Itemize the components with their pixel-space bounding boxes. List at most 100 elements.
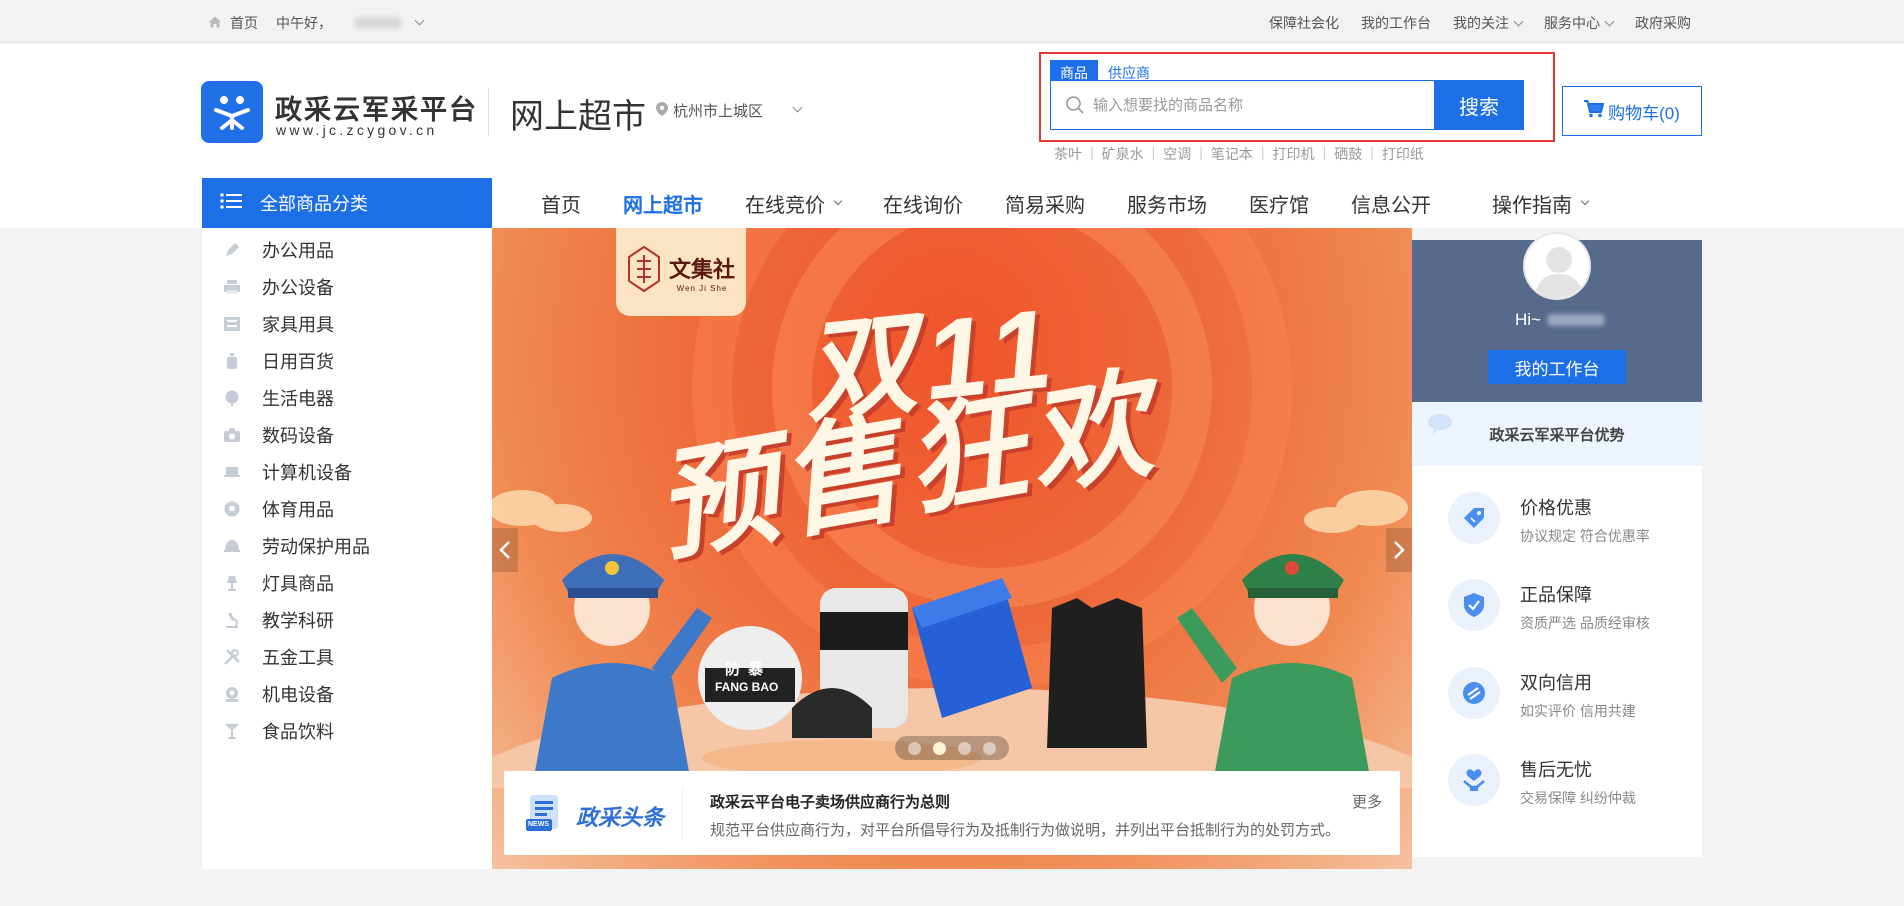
- carousel-indicators: [895, 736, 1009, 760]
- nav-online-inquiry[interactable]: 在线询价: [862, 186, 984, 220]
- carousel-dot[interactable]: [958, 741, 971, 755]
- feature-title: 售后无忧: [1520, 760, 1592, 780]
- user-greeting: Hi~: [1515, 310, 1605, 330]
- feature-title: 双向信用: [1520, 673, 1592, 693]
- city-selector[interactable]: 杭州市上城区: [656, 100, 803, 121]
- cocktail-icon: [222, 721, 242, 741]
- cart-icon: [1584, 99, 1605, 123]
- hotword-link[interactable]: 茶叶: [1054, 144, 1082, 164]
- banner-next-button[interactable]: [1386, 528, 1412, 572]
- search-icon: [1065, 95, 1085, 120]
- helmet-icon: [222, 536, 242, 556]
- chat-bubble-icon: [1426, 412, 1456, 438]
- category-item[interactable]: 灯具商品: [222, 565, 334, 601]
- hotword-link[interactable]: 打印纸: [1382, 144, 1424, 164]
- product-label: 防 暴: [725, 661, 766, 678]
- username-blurred: [1546, 314, 1605, 326]
- motor-icon: [222, 684, 242, 704]
- bottle-icon: [222, 351, 242, 371]
- logo-url: www.jc.zcygov.cn: [276, 122, 438, 138]
- home-icon[interactable]: [208, 15, 222, 32]
- brand-subname: Wen Ji She: [676, 283, 728, 293]
- category-item[interactable]: 办公用品: [222, 232, 334, 268]
- category-item[interactable]: 日用百货: [222, 343, 334, 379]
- nav-service-market[interactable]: 服务市场: [1106, 186, 1228, 220]
- user-panel: Hi~ 我的工作台 政采云军采平台优势 价格优惠 协议规定 符合优惠率 正品保障资…: [1412, 232, 1702, 857]
- shield-check-icon: [1448, 579, 1500, 631]
- banner-prev-button[interactable]: [492, 528, 518, 572]
- topbar-link-gov-purchase[interactable]: 政府采购: [1635, 13, 1691, 33]
- feature-item: 售后无忧交易保障 纠纷仲裁: [1448, 754, 1636, 808]
- category-item[interactable]: 食品饮料: [222, 713, 334, 749]
- category-item[interactable]: 体育用品: [222, 491, 334, 527]
- carousel-dot-active[interactable]: [933, 741, 946, 755]
- list-icon: [220, 192, 242, 214]
- all-categories-button[interactable]: 全部商品分类: [202, 178, 492, 228]
- microscope-icon: [222, 610, 242, 630]
- lamp-icon: [222, 573, 242, 593]
- chevron-down-icon: [792, 102, 803, 113]
- city-label: 杭州市上城区: [673, 103, 764, 120]
- topbar-link-workbench[interactable]: 我的工作台: [1361, 13, 1431, 33]
- feature-title: 正品保障: [1520, 585, 1592, 605]
- chevron-down-icon: [1513, 16, 1524, 27]
- nav-info-public[interactable]: 信息公开: [1330, 186, 1452, 220]
- carousel-dot[interactable]: [908, 741, 921, 755]
- category-item[interactable]: 办公设备: [222, 269, 334, 305]
- topbar-link-service[interactable]: 服务中心: [1544, 13, 1615, 33]
- camera-icon: [222, 425, 242, 445]
- credit-icon: [1448, 667, 1500, 719]
- category-item[interactable]: 数码设备: [222, 417, 334, 453]
- nav-medical[interactable]: 医疗馆: [1228, 186, 1330, 220]
- category-item[interactable]: 劳动保护用品: [222, 528, 370, 564]
- feature-desc: 交易保障 纠纷仲裁: [1520, 790, 1636, 806]
- nav-home[interactable]: 首页: [520, 186, 602, 220]
- feature-desc: 如实评价 信用共建: [1520, 703, 1636, 719]
- nav-guide[interactable]: 操作指南: [1452, 186, 1609, 220]
- hot-keywords: 茶叶 | 矿泉水 | 空调 | 笔记本 | 打印机 | 硒鼓 | 打印纸: [1054, 144, 1424, 164]
- chevron-down-icon[interactable]: [414, 15, 425, 25]
- category-item[interactable]: 教学科研: [222, 602, 334, 638]
- hotword-link[interactable]: 笔记本: [1211, 144, 1253, 164]
- username-blurred: [354, 17, 402, 29]
- topbar-link-follow[interactable]: 我的关注: [1453, 13, 1524, 33]
- workbench-button[interactable]: 我的工作台: [1488, 350, 1626, 384]
- logo-icon[interactable]: [201, 81, 263, 143]
- feature-item: 正品保障资质严选 品质经审核: [1448, 579, 1650, 633]
- carousel-dot[interactable]: [983, 741, 996, 755]
- news-ticker: NEWS 政采头条 政采云平台电子卖场供应商行为总则 规范平台供应商行为，对平台…: [504, 771, 1400, 855]
- all-categories-label: 全部商品分类: [260, 194, 368, 214]
- search-input[interactable]: [1093, 91, 1453, 119]
- hotword-link[interactable]: 空调: [1163, 144, 1191, 164]
- hotword-link[interactable]: 打印机: [1273, 144, 1315, 164]
- search-button[interactable]: 搜索: [1434, 80, 1524, 130]
- news-title-link[interactable]: 政采云平台电子卖场供应商行为总则: [710, 791, 950, 812]
- brand-badge: 文集社 Wen Ji She: [616, 228, 746, 316]
- category-item[interactable]: 五金工具: [222, 639, 334, 675]
- nav-online-bidding[interactable]: 在线竞价: [724, 186, 862, 220]
- user-panel-header: Hi~ 我的工作台: [1412, 232, 1702, 402]
- divider: [488, 88, 489, 136]
- divider: [682, 787, 683, 839]
- promo-banner[interactable]: 文集社 Wen Ji She 双11 预售狂欢 防 暴 FANG BAO NEW…: [492, 228, 1412, 869]
- chevron-down-icon: [1580, 196, 1590, 206]
- feature-desc: 资质严选 品质经审核: [1520, 615, 1650, 631]
- category-item[interactable]: 生活电器: [222, 380, 334, 416]
- category-item[interactable]: 计算机设备: [222, 454, 352, 490]
- category-item[interactable]: 家具用具: [222, 306, 334, 342]
- hotword-link[interactable]: 矿泉水: [1102, 144, 1144, 164]
- chevron-down-icon: [833, 196, 843, 206]
- price-tag-icon: [1448, 492, 1500, 544]
- hotword-link[interactable]: 硒鼓: [1334, 144, 1362, 164]
- cart-button[interactable]: 购物车(0): [1562, 86, 1702, 136]
- topbar-home-link[interactable]: 首页: [230, 13, 258, 33]
- printer-icon: [222, 277, 242, 297]
- brand-name: 文集社: [668, 256, 735, 282]
- category-item[interactable]: 机电设备: [222, 676, 334, 712]
- nav-online-market[interactable]: 网上超市: [602, 186, 724, 220]
- topbar-link-social[interactable]: 保障社会化: [1269, 13, 1339, 33]
- greeting-text: 中午好，: [276, 15, 332, 31]
- nav-simple-purchase[interactable]: 简易采购: [984, 186, 1106, 220]
- news-more-link[interactable]: 更多: [1352, 791, 1382, 812]
- avatar[interactable]: [1523, 232, 1591, 300]
